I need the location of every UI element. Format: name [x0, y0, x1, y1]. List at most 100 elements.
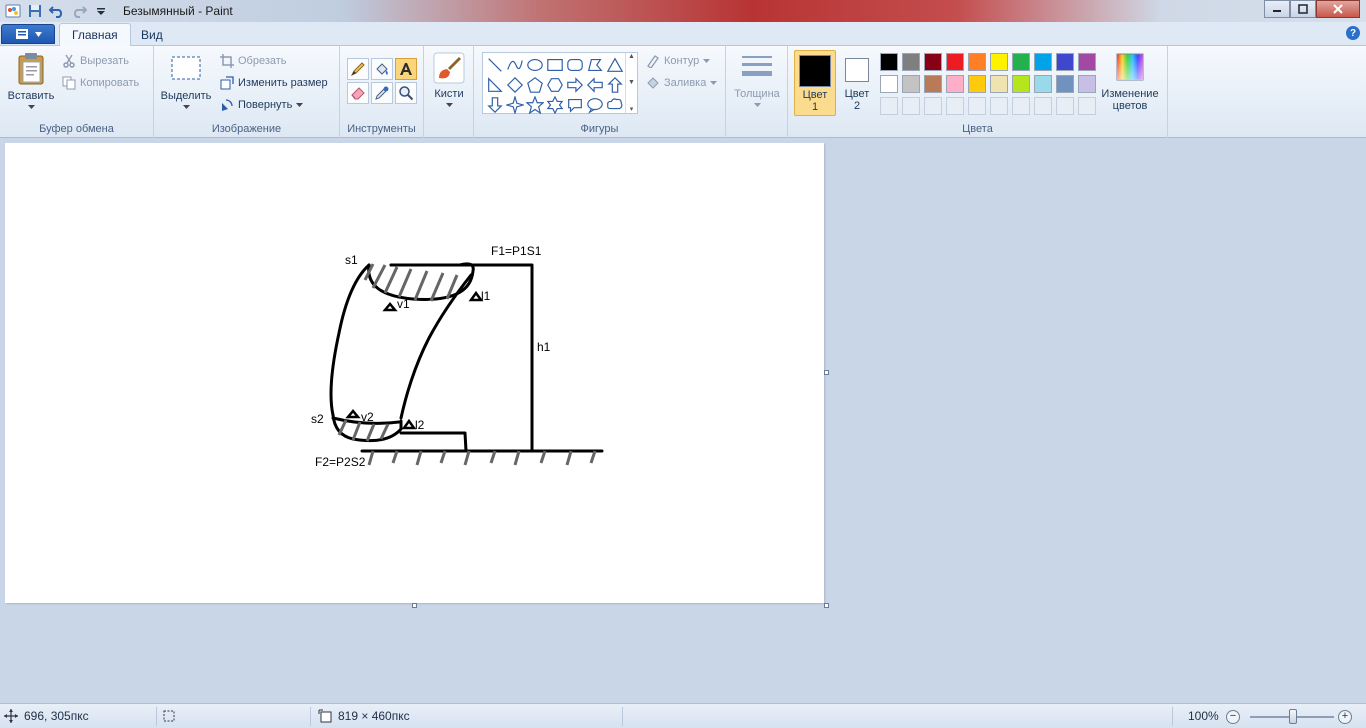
- cloud-callout-shape-button[interactable]: [605, 95, 625, 115]
- palette-color-swatch[interactable]: [966, 73, 988, 95]
- copy-button[interactable]: Копировать: [62, 76, 139, 90]
- tab-home[interactable]: Главная: [59, 23, 131, 46]
- palette-color-swatch[interactable]: [988, 51, 1010, 73]
- cut-button[interactable]: Вырезать: [62, 54, 129, 68]
- fill-tool[interactable]: [371, 58, 393, 80]
- label-v2: v2: [361, 410, 374, 424]
- maximize-button[interactable]: [1290, 0, 1316, 18]
- resize-handle-bottom[interactable]: [412, 603, 417, 608]
- zoom-out-button[interactable]: −: [1226, 710, 1240, 724]
- right-arrow-shape-button[interactable]: [565, 75, 585, 95]
- tab-view[interactable]: Вид: [129, 23, 175, 46]
- oval-shape-button[interactable]: [525, 55, 545, 75]
- palette-custom-slot[interactable]: [900, 95, 922, 117]
- color-picker-tool[interactable]: [371, 82, 393, 104]
- palette-color-swatch[interactable]: [878, 51, 900, 73]
- rotate-button[interactable]: Повернуть: [220, 98, 304, 112]
- palette-custom-slot[interactable]: [922, 95, 944, 117]
- zoom-slider-thumb[interactable]: [1289, 709, 1297, 724]
- palette-color-swatch[interactable]: [900, 73, 922, 95]
- right-triangle-shape-button[interactable]: [485, 75, 505, 95]
- paste-button[interactable]: Вставить: [6, 52, 56, 110]
- six-point-star-shape-button[interactable]: [545, 95, 565, 115]
- close-button[interactable]: [1316, 0, 1360, 18]
- palette-color-swatch[interactable]: [1054, 51, 1076, 73]
- undo-icon[interactable]: [48, 2, 66, 20]
- resize-handle-right[interactable]: [824, 370, 829, 375]
- palette-color-swatch[interactable]: [878, 73, 900, 95]
- palette-custom-slot[interactable]: [1010, 95, 1032, 117]
- pentagon-shape-button[interactable]: [525, 75, 545, 95]
- copy-icon: [62, 76, 76, 90]
- shapes-scrollbar[interactable]: ▲ ▼ ▾: [625, 53, 637, 113]
- palette-color-swatch[interactable]: [1076, 73, 1098, 95]
- edit-colors-button[interactable]: Изменение цветов: [1098, 52, 1162, 112]
- triangle-shape-icon: [606, 57, 624, 72]
- palette-color-swatch[interactable]: [1010, 51, 1032, 73]
- diamond-shape-button[interactable]: [505, 75, 525, 95]
- gallery-expand-icon[interactable]: ▾: [630, 105, 634, 113]
- drawing-canvas[interactable]: s1 F1=P1S1 v1 l1 h1 s2 v2 l2 F2=P2S2: [5, 143, 824, 603]
- customize-toolbar-chevron-icon[interactable]: [92, 2, 110, 20]
- palette-custom-slot[interactable]: [944, 95, 966, 117]
- palette-color-swatch[interactable]: [1010, 73, 1032, 95]
- minimize-button[interactable]: [1264, 0, 1290, 18]
- palette-custom-slot[interactable]: [1076, 95, 1098, 117]
- palette-color-swatch[interactable]: [900, 51, 922, 73]
- paint-app-icon[interactable]: [4, 2, 22, 20]
- left-arrow-shape-button[interactable]: [585, 75, 605, 95]
- palette-custom-slot[interactable]: [988, 95, 1010, 117]
- scroll-down-icon[interactable]: ▼: [628, 79, 635, 86]
- palette-custom-slot[interactable]: [878, 95, 900, 117]
- magnifier-tool[interactable]: [395, 82, 417, 104]
- four-point-star-shape-button[interactable]: [505, 95, 525, 115]
- resize-handle-corner[interactable]: [824, 603, 829, 608]
- curve-shape-button[interactable]: [505, 55, 525, 75]
- text-tool[interactable]: [395, 58, 417, 80]
- palette-color-swatch[interactable]: [1032, 51, 1054, 73]
- palette-color-swatch[interactable]: [944, 51, 966, 73]
- palette-color-swatch[interactable]: [988, 73, 1010, 95]
- fill-button[interactable]: Заливка: [646, 76, 718, 90]
- palette-color-swatch[interactable]: [1032, 73, 1054, 95]
- palette-color-swatch[interactable]: [966, 51, 988, 73]
- palette-color-swatch[interactable]: [944, 73, 966, 95]
- scissors-icon: [63, 54, 75, 68]
- paint-menu-button[interactable]: [1, 24, 55, 44]
- resize-button[interactable]: Изменить размер: [220, 76, 328, 90]
- color1-button[interactable]: Цвет 1: [794, 50, 836, 116]
- five-point-star-shape-button[interactable]: [525, 95, 545, 115]
- line-shape-button[interactable]: [485, 55, 505, 75]
- rounded-rectangle-shape-button[interactable]: [565, 55, 585, 75]
- crop-button[interactable]: Обрезать: [220, 54, 287, 68]
- down-arrow-shape-button[interactable]: [485, 95, 505, 115]
- zoom-in-button[interactable]: +: [1338, 710, 1352, 724]
- pencil-tool[interactable]: [347, 58, 369, 80]
- palette-color-swatch[interactable]: [922, 73, 944, 95]
- polygon-shape-button[interactable]: [585, 55, 605, 75]
- palette-custom-slot[interactable]: [1054, 95, 1076, 117]
- rectangle-shape-button[interactable]: [545, 55, 565, 75]
- triangle-shape-button[interactable]: [605, 55, 625, 75]
- palette-color-swatch[interactable]: [922, 51, 944, 73]
- palette-color-swatch[interactable]: [1054, 73, 1076, 95]
- eraser-tool[interactable]: [347, 82, 369, 104]
- image-group: Выделить Обрезать Изменить размер Поверн…: [154, 46, 340, 138]
- rounded-callout-shape-button[interactable]: [565, 95, 585, 115]
- save-icon[interactable]: [26, 2, 44, 20]
- color2-button[interactable]: Цвет 2: [836, 50, 878, 116]
- swatch-fill: [990, 97, 1008, 115]
- palette-custom-slot[interactable]: [1032, 95, 1054, 117]
- brushes-button[interactable]: Кисти: [430, 52, 468, 108]
- select-button[interactable]: Выделить: [158, 54, 214, 110]
- palette-color-swatch[interactable]: [1076, 51, 1098, 73]
- scroll-up-icon[interactable]: ▲: [628, 53, 635, 60]
- palette-custom-slot[interactable]: [966, 95, 988, 117]
- oval-callout-shape-button[interactable]: [585, 95, 605, 115]
- outline-button[interactable]: Контур: [646, 54, 711, 68]
- help-icon[interactable]: ?: [1346, 26, 1360, 40]
- redo-icon[interactable]: [70, 2, 88, 20]
- size-button[interactable]: Толщина: [730, 52, 784, 108]
- hexagon-shape-button[interactable]: [545, 75, 565, 95]
- up-arrow-shape-button[interactable]: [605, 75, 625, 95]
